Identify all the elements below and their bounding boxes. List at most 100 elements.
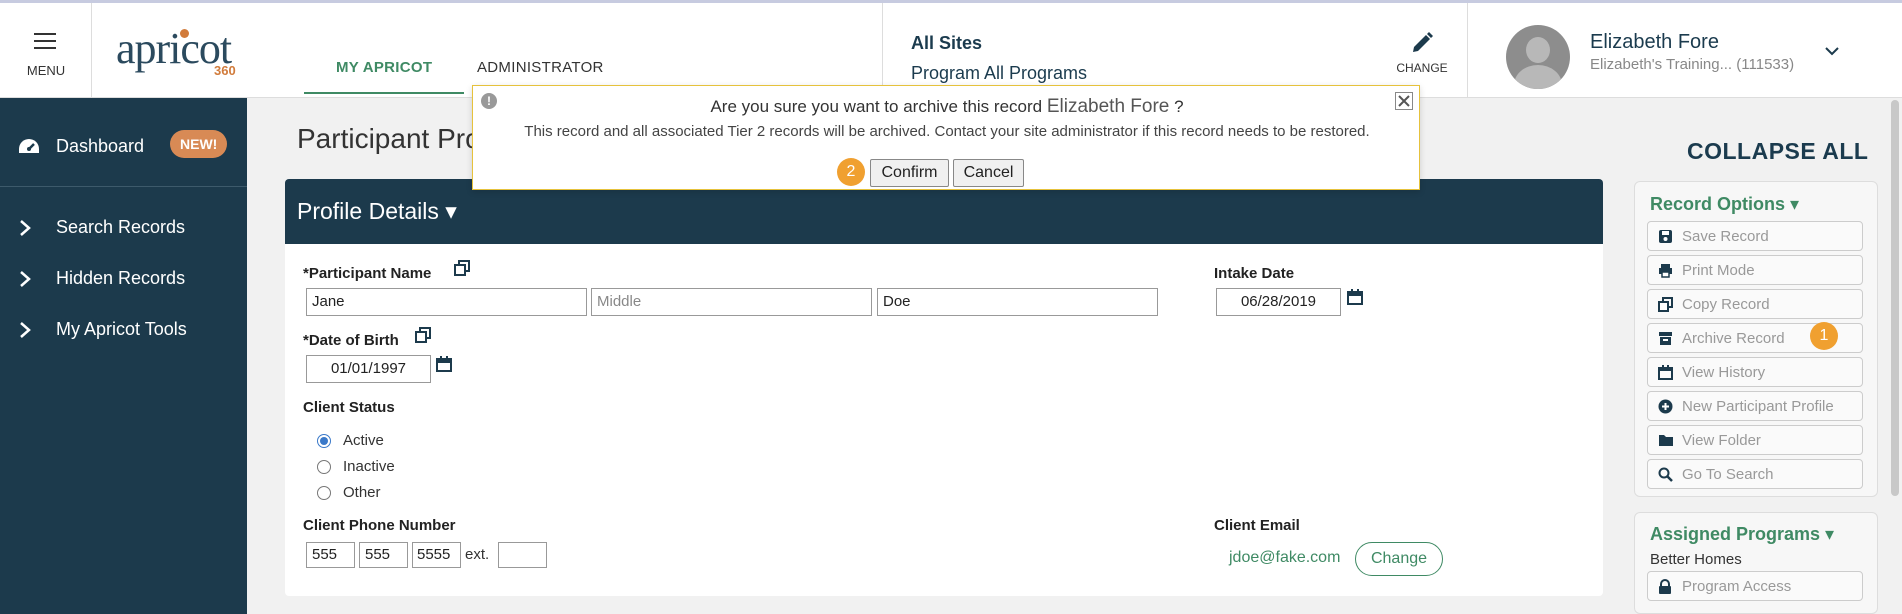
radio-button[interactable] <box>317 434 331 448</box>
cancel-button[interactable]: Cancel <box>953 159 1024 187</box>
step-badge-2: 2 <box>837 158 865 186</box>
option-label: View Folder <box>1682 432 1761 449</box>
sidebar-item-label: My Apricot Tools <box>56 319 187 339</box>
sidebar-item-label: Dashboard <box>56 136 145 156</box>
radio-label: Active <box>343 432 384 449</box>
chevron-right-icon <box>20 271 31 287</box>
user-org: Elizabeth's Training... (111533) <box>1590 56 1795 73</box>
phone-label: Client Phone Number <box>303 517 456 534</box>
pencil-icon <box>1413 32 1433 52</box>
top-bar: MENU apricot 360 MY APRICOT ADMINISTRATO… <box>0 0 1902 98</box>
option-label: New Participant Profile <box>1682 398 1834 415</box>
archive-icon <box>1659 332 1672 345</box>
calendar-icon <box>1658 365 1673 380</box>
new-participant-profile-button[interactable]: New Participant Profile <box>1647 391 1863 421</box>
sidebar-divider <box>0 186 247 187</box>
apricot-logo[interactable]: apricot 360 <box>116 23 236 78</box>
dialog-message: This record and all associated Tier 2 re… <box>524 123 1370 140</box>
view-history-button[interactable]: View History <box>1647 357 1863 387</box>
assigned-programs-title[interactable]: Assigned Programs ▾ <box>1650 524 1834 545</box>
folder-icon <box>1659 435 1673 446</box>
option-label: Archive Record <box>1682 330 1785 347</box>
archive-confirm-dialog: ! Are you sure you want to archive this … <box>472 85 1420 190</box>
change-site-button[interactable]: CHANGE <box>1377 31 1467 75</box>
first-name-input[interactable]: Jane <box>306 288 587 316</box>
program-name: Program All Programs <box>911 63 1088 83</box>
last-name-input[interactable]: Doe <box>877 288 1158 316</box>
lock-icon <box>1659 579 1671 594</box>
intake-date-label: Intake Date <box>1214 265 1295 282</box>
option-label: View History <box>1682 364 1766 381</box>
option-label: Copy Record <box>1682 296 1770 313</box>
scrollbar-thumb[interactable] <box>1891 100 1899 496</box>
step-badge-1: 1 <box>1810 322 1838 350</box>
page-scrollbar[interactable] <box>1888 98 1902 614</box>
copy-record-button[interactable]: Copy Record <box>1647 289 1863 319</box>
program-access-button[interactable]: Program Access <box>1647 571 1863 601</box>
calendar-icon[interactable] <box>436 356 452 372</box>
plus-circle-icon <box>1658 399 1673 414</box>
save-record-button[interactable]: Save Record <box>1647 221 1863 251</box>
view-folder-button[interactable]: View Folder <box>1647 425 1863 455</box>
calendar-icon[interactable] <box>1347 289 1363 305</box>
save-icon <box>1659 230 1672 243</box>
option-label: Print Mode <box>1682 262 1755 279</box>
radio-label: Inactive <box>343 458 395 475</box>
change-label: CHANGE <box>1396 61 1448 75</box>
middle-name-input[interactable]: Middle <box>591 288 872 316</box>
confirm-button[interactable]: Confirm <box>870 159 949 187</box>
record-options-title[interactable]: Record Options ▾ <box>1650 194 1799 215</box>
site-selector: All Sites Program All Programs CHANGE <box>882 3 1468 98</box>
email-change-button[interactable]: Change <box>1355 542 1443 576</box>
copy-icon <box>1658 297 1673 312</box>
phone-area-input[interactable]: 555 <box>306 542 355 568</box>
tab-administrator[interactable]: ADMINISTRATOR <box>477 59 604 76</box>
assigned-program-item: Better Homes <box>1650 551 1742 568</box>
option-label: Program Access <box>1682 578 1792 595</box>
print-icon <box>1659 264 1672 278</box>
question-suffix: ? <box>1174 97 1184 116</box>
question-prefix: Are you sure you want to archive this re… <box>710 97 1043 116</box>
sidebar-item-label: Hidden Records <box>56 268 186 288</box>
chevron-right-icon <box>20 322 31 338</box>
radio-button[interactable] <box>317 460 331 474</box>
option-label: Save Record <box>1682 228 1769 245</box>
chevron-down-icon[interactable] <box>1824 43 1840 59</box>
phone-line-input[interactable]: 5555 <box>412 542 461 568</box>
print-mode-button[interactable]: Print Mode <box>1647 255 1863 285</box>
hamburger-icon <box>34 33 56 54</box>
logo-sub: 360 <box>214 63 236 78</box>
site-name: All Sites <box>911 33 983 53</box>
intake-date-input[interactable]: 06/28/2019 <box>1216 288 1341 316</box>
go-to-search-button[interactable]: Go To Search <box>1647 459 1863 489</box>
option-label: Go To Search <box>1682 466 1774 483</box>
sidebar: Dashboard NEW! Search Records Hidden Rec… <box>0 98 247 614</box>
radio-button[interactable] <box>317 486 331 500</box>
email-label: Client Email <box>1214 517 1300 534</box>
participant-name-label: *Participant Name <box>303 265 432 282</box>
radio-label: Other <box>343 484 381 501</box>
collapse-all-button[interactable]: COLLAPSE ALL <box>1687 138 1868 165</box>
avatar[interactable] <box>1506 25 1570 89</box>
ext-input[interactable] <box>498 542 547 568</box>
new-badge: NEW! <box>170 130 228 158</box>
menu-button[interactable]: MENU <box>0 3 92 98</box>
dashboard-icon <box>19 139 39 153</box>
user-name[interactable]: Elizabeth Fore <box>1590 31 1719 54</box>
panel-title: Profile Details ▾ <box>297 198 457 224</box>
client-status-label: Client Status <box>303 399 395 416</box>
ext-label: ext. <box>465 546 490 563</box>
search-icon <box>1658 467 1673 482</box>
sidebar-item-label: Search Records <box>56 217 186 237</box>
page-title: Participant Pro <box>297 123 481 154</box>
menu-label: MENU <box>26 63 66 78</box>
copy-icon[interactable] <box>415 327 431 343</box>
logo-dot-icon <box>180 29 189 38</box>
tab-my-apricot[interactable]: MY APRICOT <box>303 59 465 94</box>
phone-prefix-input[interactable]: 555 <box>359 542 408 568</box>
chevron-right-icon <box>20 220 31 236</box>
dob-input[interactable]: 01/01/1997 <box>306 355 431 383</box>
copy-icon[interactable] <box>454 260 470 276</box>
email-value: jdoe@fake.com <box>1229 549 1341 566</box>
dialog-question: Are you sure you want to archive this re… <box>473 96 1421 118</box>
